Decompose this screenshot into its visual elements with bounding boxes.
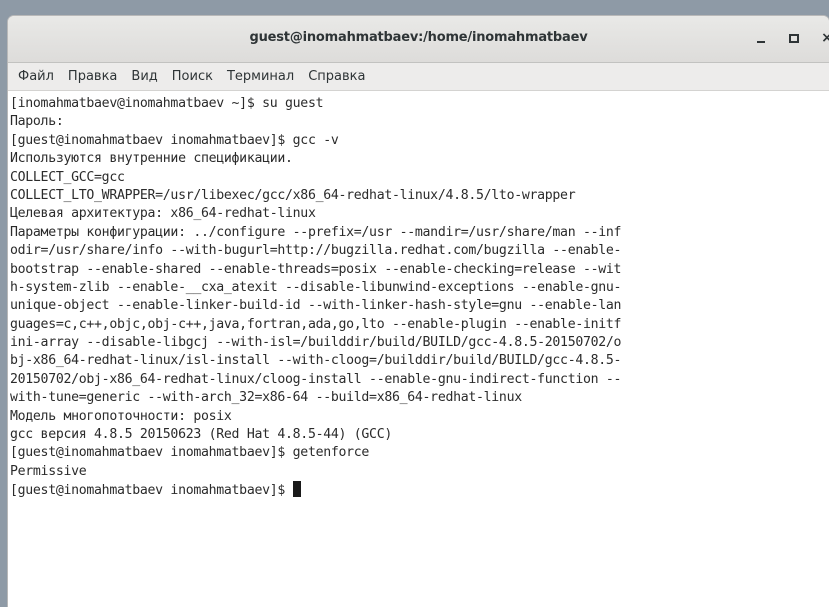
terminal-line: ini-array --disable-libgcj --with-isl=/b… [10,335,622,351]
terminal-line: odir=/usr/share/info --with-bugurl=http:… [10,243,622,259]
terminal-line: bootstrap --enable-shared --enable-threa… [10,261,622,277]
menu-help[interactable]: Справка [301,69,372,84]
terminal-window: guest@inomahmatbaev:/home/inomahmatbaev … [8,16,829,607]
close-icon: × [821,30,829,46]
maximize-icon [789,33,799,43]
menu-edit[interactable]: Правка [61,69,124,84]
terminal-line: guages=c,c++,objc,obj-c++,java,fortran,a… [10,316,622,332]
menu-search[interactable]: Поиск [165,69,220,84]
terminal-line: h-system-zlib --enable-__cxa_atexit --di… [10,279,622,295]
terminal-prompt: [guest@inomahmatbaev inomahmatbaev]$ [10,483,293,499]
maximize-button[interactable] [781,26,807,50]
menu-view[interactable]: Вид [124,69,164,84]
minimize-icon [757,41,765,43]
terminal-output[interactable]: [inomahmatbaev@inomahmatbaev ~]$ su gues… [8,92,829,607]
terminal-line: Параметры конфигурации: ../configure --p… [10,224,622,240]
menu-terminal[interactable]: Терминал [220,69,301,84]
terminal-line: unique-object --enable-linker-build-id -… [10,298,622,314]
close-button[interactable]: × [814,26,829,50]
terminal-line: with-tune=generic --with-arch_32=x86-64 … [10,390,522,406]
terminal-line: [guest@inomahmatbaev inomahmatbaev]$ gcc… [10,132,339,148]
minimize-button[interactable] [748,26,774,50]
terminal-line: Модель многопоточности: posix [10,408,232,424]
terminal-line: Целевая архитектура: x86_64-redhat-linux [10,206,316,222]
terminal-line: [guest@inomahmatbaev inomahmatbaev]$ get… [10,445,370,461]
terminal-line: COLLECT_LTO_WRAPPER=/usr/libexec/gcc/x86… [10,187,576,203]
terminal-line: bj-x86_64-redhat-linux/isl-install --wit… [10,353,622,369]
terminal-line: [inomahmatbaev@inomahmatbaev ~]$ su gues… [10,96,324,111]
terminal-line: gcc версия 4.8.5 20150623 (Red Hat 4.8.5… [10,427,392,443]
window-title: guest@inomahmatbaev:/home/inomahmatbaev [249,30,588,45]
title-bar[interactable]: guest@inomahmatbaev:/home/inomahmatbaev … [8,16,829,63]
text-cursor [292,481,301,498]
terminal-line: Используются внутренние спецификации. [10,151,293,167]
terminal-line: Пароль: [10,114,64,130]
menu-file[interactable]: Файл [11,69,61,84]
terminal-line: Permissive [10,463,87,479]
terminal-prompt-line[interactable]: [guest@inomahmatbaev inomahmatbaev]$ [10,481,829,499]
menu-bar: Файл Правка Вид Поиск Терминал Справка [8,63,829,91]
terminal-line: COLLECT_GCC=gcc [10,169,125,185]
terminal-line: 20150702/obj-x86_64-redhat-linux/cloog-i… [10,371,622,387]
